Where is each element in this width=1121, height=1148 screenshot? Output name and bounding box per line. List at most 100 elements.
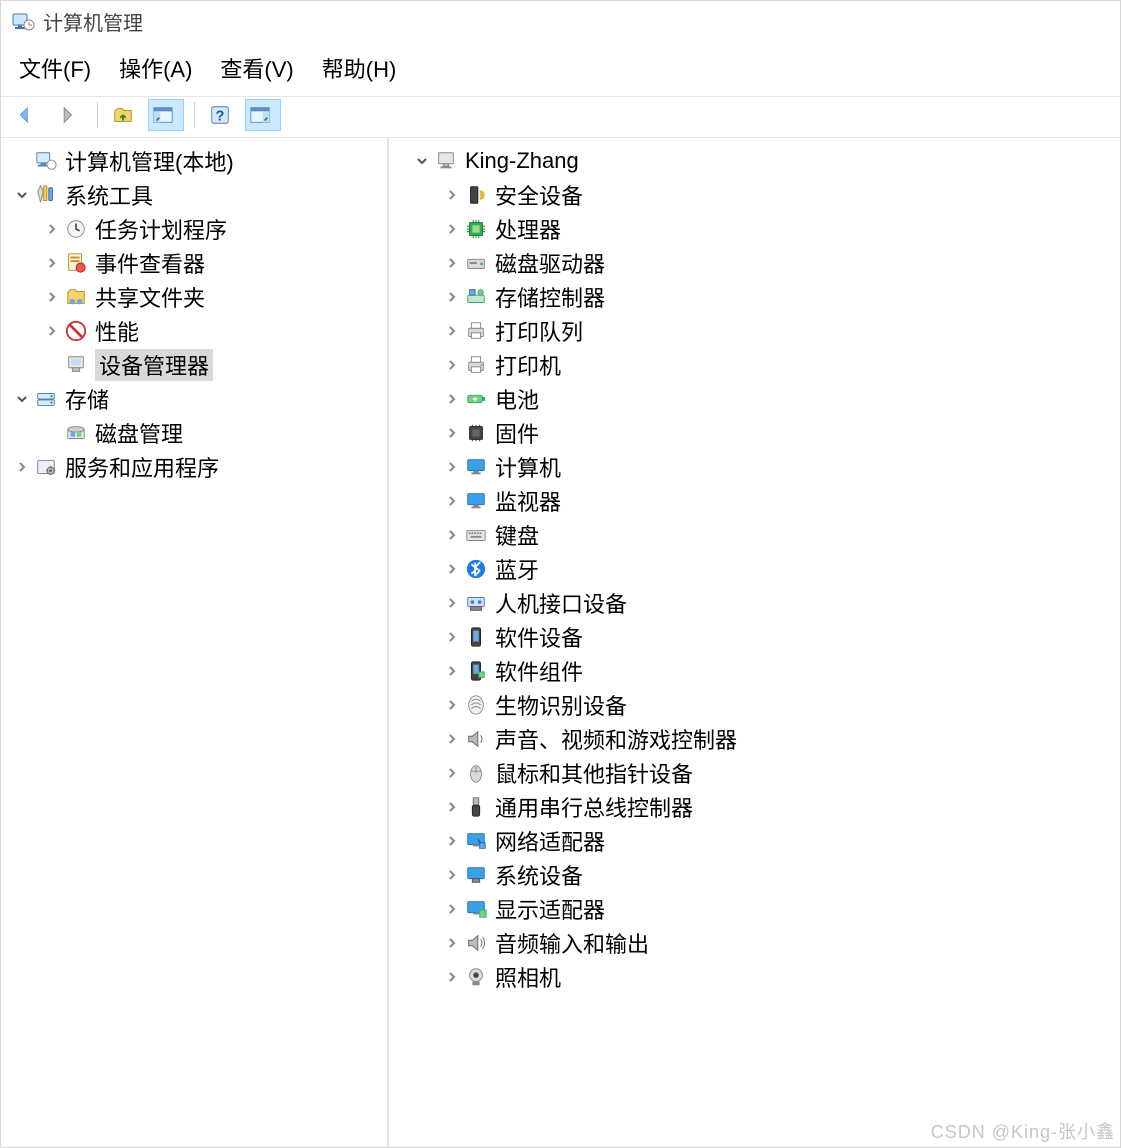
left-tree-pane[interactable]: 计算机管理(本地)系统工具任务计划程序事件查看器共享文件夹性能设备管理器存储磁盘…	[1, 138, 389, 1147]
chevron-right-icon[interactable]	[441, 801, 463, 813]
node-usb-controllers[interactable]: 通用串行总线控制器	[393, 790, 1116, 824]
print-queue-icon	[463, 318, 489, 344]
node-disk-management[interactable]: 磁盘管理	[5, 416, 383, 450]
node-device-manager[interactable]: 设备管理器	[5, 348, 383, 382]
menu-file[interactable]: 文件(F)	[19, 52, 91, 84]
node-sound-video-game[interactable]: 声音、视频和游戏控制器	[393, 722, 1116, 756]
chevron-right-icon[interactable]	[441, 597, 463, 609]
node-system-devices[interactable]: 系统设备	[393, 858, 1116, 892]
chevron-down-icon[interactable]	[11, 393, 33, 405]
node-computer-management-local[interactable]: 计算机管理(本地)	[5, 144, 383, 178]
node-root-computer[interactable]: King-Zhang	[393, 144, 1116, 178]
chevron-right-icon[interactable]	[441, 189, 463, 201]
chevron-right-icon[interactable]	[441, 631, 463, 643]
chevron-right-icon[interactable]	[441, 563, 463, 575]
node-cameras[interactable]: 照相机	[393, 960, 1116, 994]
node-software-devices[interactable]: 软件设备	[393, 620, 1116, 654]
node-mice[interactable]: 鼠标和其他指针设备	[393, 756, 1116, 790]
node-disk-drives[interactable]: 磁盘驱动器	[393, 246, 1116, 280]
chevron-right-icon[interactable]	[441, 937, 463, 949]
usb-icon	[463, 794, 489, 820]
tree-item-label: King-Zhang	[465, 148, 579, 174]
chevron-right-icon[interactable]	[41, 291, 63, 303]
node-batteries[interactable]: 电池	[393, 382, 1116, 416]
computer-management-window: 计算机管理 文件(F) 操作(A) 查看(V) 帮助(H) ? 计算机管理(本地…	[0, 0, 1121, 1148]
node-firmware[interactable]: 固件	[393, 416, 1116, 450]
node-computer[interactable]: 计算机	[393, 450, 1116, 484]
chevron-right-icon[interactable]	[441, 427, 463, 439]
show-hide-actions-button[interactable]	[245, 99, 281, 131]
chevron-down-icon[interactable]	[411, 155, 433, 167]
chevron-right-icon[interactable]	[441, 903, 463, 915]
chevron-right-icon[interactable]	[41, 223, 63, 235]
chevron-right-icon[interactable]	[441, 869, 463, 881]
chevron-right-icon[interactable]	[441, 325, 463, 337]
chevron-right-icon[interactable]	[11, 461, 33, 473]
node-shared-folders[interactable]: 共享文件夹	[5, 280, 383, 314]
chevron-right-icon[interactable]	[441, 495, 463, 507]
chevron-right-icon[interactable]	[441, 835, 463, 847]
node-services-apps[interactable]: 服务和应用程序	[5, 450, 383, 484]
chevron-right-icon[interactable]	[441, 767, 463, 779]
disk-drive-icon	[463, 250, 489, 276]
chevron-right-icon[interactable]	[441, 291, 463, 303]
node-software-components[interactable]: 软件组件	[393, 654, 1116, 688]
node-audio-io[interactable]: 音频输入和输出	[393, 926, 1116, 960]
back-button[interactable]	[11, 99, 47, 131]
tree-item-label: 软件设备	[495, 621, 583, 653]
chevron-right-icon[interactable]	[441, 733, 463, 745]
tree-item-label: 计算机管理(本地)	[65, 145, 234, 177]
chevron-right-icon[interactable]	[441, 665, 463, 677]
help-button[interactable]: ?	[205, 99, 241, 131]
node-security-devices[interactable]: 安全设备	[393, 178, 1116, 212]
chevron-right-icon[interactable]	[41, 257, 63, 269]
chevron-right-icon[interactable]	[441, 223, 463, 235]
biometric-icon	[463, 692, 489, 718]
node-print-queues[interactable]: 打印队列	[393, 314, 1116, 348]
tree-item-label: 鼠标和其他指针设备	[495, 757, 693, 789]
tree-item-label: 生物识别设备	[495, 689, 627, 721]
node-bluetooth[interactable]: 蓝牙	[393, 552, 1116, 586]
node-storage-controllers[interactable]: 存储控制器	[393, 280, 1116, 314]
node-event-viewer[interactable]: 事件查看器	[5, 246, 383, 280]
chevron-right-icon[interactable]	[441, 257, 463, 269]
forward-button[interactable]	[51, 99, 87, 131]
node-processors[interactable]: 处理器	[393, 212, 1116, 246]
chevron-right-icon[interactable]	[441, 971, 463, 983]
chevron-right-icon[interactable]	[441, 461, 463, 473]
computer-management-icon	[33, 148, 59, 174]
tree-item-label: 系统设备	[495, 859, 583, 891]
node-task-scheduler[interactable]: 任务计划程序	[5, 212, 383, 246]
software-component-icon	[463, 658, 489, 684]
node-display-adapters[interactable]: 显示适配器	[393, 892, 1116, 926]
folder-up-icon	[112, 104, 134, 126]
tree-item-label: 声音、视频和游戏控制器	[495, 723, 737, 755]
chevron-right-icon[interactable]	[41, 325, 63, 337]
show-hide-tree-button[interactable]	[148, 99, 184, 131]
chevron-right-icon[interactable]	[441, 699, 463, 711]
up-button[interactable]	[108, 99, 144, 131]
chevron-down-icon[interactable]	[11, 189, 33, 201]
sound-icon	[463, 726, 489, 752]
tree-item-label: 打印机	[495, 349, 561, 381]
node-printers[interactable]: 打印机	[393, 348, 1116, 382]
tree-item-label: 软件组件	[495, 655, 583, 687]
node-keyboards[interactable]: 键盘	[393, 518, 1116, 552]
node-network-adapters[interactable]: 网络适配器	[393, 824, 1116, 858]
node-biometric[interactable]: 生物识别设备	[393, 688, 1116, 722]
node-performance[interactable]: 性能	[5, 314, 383, 348]
menu-help[interactable]: 帮助(H)	[322, 52, 397, 84]
node-system-tools[interactable]: 系统工具	[5, 178, 383, 212]
chevron-right-icon[interactable]	[441, 393, 463, 405]
node-storage[interactable]: 存储	[5, 382, 383, 416]
mouse-icon	[463, 760, 489, 786]
node-monitors[interactable]: 监视器	[393, 484, 1116, 518]
right-tree-pane[interactable]: King-Zhang 安全设备处理器磁盘驱动器存储控制器打印队列打印机电池固件计算…	[389, 138, 1120, 1147]
chevron-right-icon[interactable]	[441, 359, 463, 371]
menu-action[interactable]: 操作(A)	[119, 52, 192, 84]
tree-item-label: 存储	[65, 383, 109, 415]
menu-view[interactable]: 查看(V)	[220, 52, 293, 84]
node-hid[interactable]: 人机接口设备	[393, 586, 1116, 620]
tree-item-label: 磁盘管理	[95, 417, 183, 449]
chevron-right-icon[interactable]	[441, 529, 463, 541]
